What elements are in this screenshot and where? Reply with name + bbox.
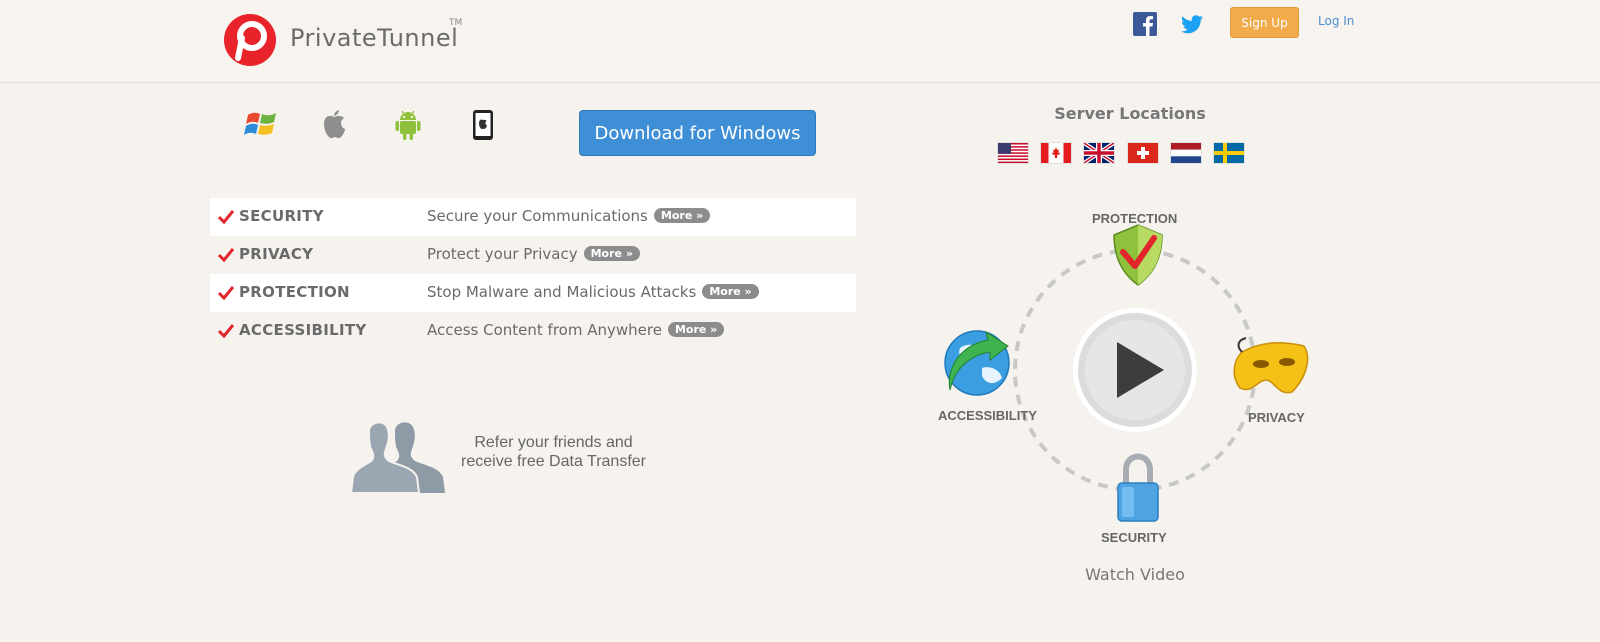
more-button[interactable]: More » [702, 284, 759, 299]
server-locations-title: Server Locations [1054, 104, 1206, 123]
padlock-icon [1117, 453, 1159, 522]
more-button[interactable]: More » [583, 246, 640, 261]
download-windows-button[interactable]: Download for Windows [579, 110, 816, 156]
feature-row-privacy: PRIVACY Protect your Privacy More » [210, 236, 856, 274]
mask-icon [1233, 337, 1309, 394]
canada-flag[interactable] [1041, 143, 1071, 163]
more-button[interactable]: More » [653, 208, 711, 223]
feature-name: ACCESSIBILITY [239, 321, 367, 339]
wheel-label-privacy: PRIVACY [1248, 410, 1305, 425]
play-button[interactable] [1073, 308, 1197, 432]
check-icon [218, 210, 234, 224]
feature-desc: Access Content from Anywhere More » [427, 321, 725, 339]
wheel-label-security: SECURITY [1101, 530, 1167, 545]
us-flag[interactable] [998, 143, 1028, 163]
brand-name: PrivateTunnel [290, 24, 459, 52]
feature-desc: Secure your Communications More » [427, 207, 711, 225]
wheel-label-accessibility: ACCESSIBILITY [938, 408, 1037, 423]
refer-friends-link[interactable]: Refer your friends and receive free Data… [446, 433, 661, 471]
wheel-label-protection: PROTECTION [1092, 211, 1178, 226]
check-icon [218, 248, 234, 262]
features-list: SECURITY Secure your Communications More … [210, 198, 856, 350]
feature-name: PRIVACY [239, 245, 314, 263]
feature-row-protection: PROTECTION Stop Malware and Malicious At… [210, 274, 856, 312]
netherlands-flag[interactable] [1171, 143, 1201, 163]
shield-icon [1113, 224, 1163, 286]
facebook-icon[interactable] [1133, 12, 1157, 36]
globe-icon [944, 330, 1010, 396]
twitter-icon[interactable] [1180, 12, 1204, 36]
apple-icon[interactable] [316, 108, 352, 142]
log-in-link[interactable]: Log In [1318, 14, 1354, 28]
brand-logo[interactable]: PrivateTunnel TM [224, 14, 514, 66]
friends-icon[interactable] [347, 419, 451, 493]
windows-icon[interactable] [244, 108, 280, 142]
watch-video-link[interactable]: Watch Video [1070, 565, 1200, 584]
check-icon [218, 324, 234, 338]
switzerland-flag[interactable] [1128, 143, 1158, 163]
header: PrivateTunnel TM Sign Up Log In [0, 0, 1600, 83]
feature-row-accessibility: ACCESSIBILITY Access Content from Anywhe… [210, 312, 856, 350]
ipad-icon[interactable] [465, 108, 501, 142]
feature-desc: Stop Malware and Malicious Attacks More » [427, 283, 759, 301]
sign-up-button[interactable]: Sign Up [1230, 7, 1299, 38]
android-icon[interactable] [390, 108, 426, 142]
feature-name: SECURITY [239, 207, 324, 225]
trademark: TM [449, 18, 463, 28]
logo-mark-icon [224, 14, 276, 66]
sweden-flag[interactable] [1214, 143, 1244, 163]
more-button[interactable]: More » [667, 322, 725, 337]
uk-flag[interactable] [1084, 143, 1114, 163]
feature-name: PROTECTION [239, 283, 350, 301]
feature-desc: Protect your Privacy More » [427, 245, 640, 263]
feature-row-security: SECURITY Secure your Communications More … [210, 198, 856, 236]
check-icon [218, 286, 234, 300]
